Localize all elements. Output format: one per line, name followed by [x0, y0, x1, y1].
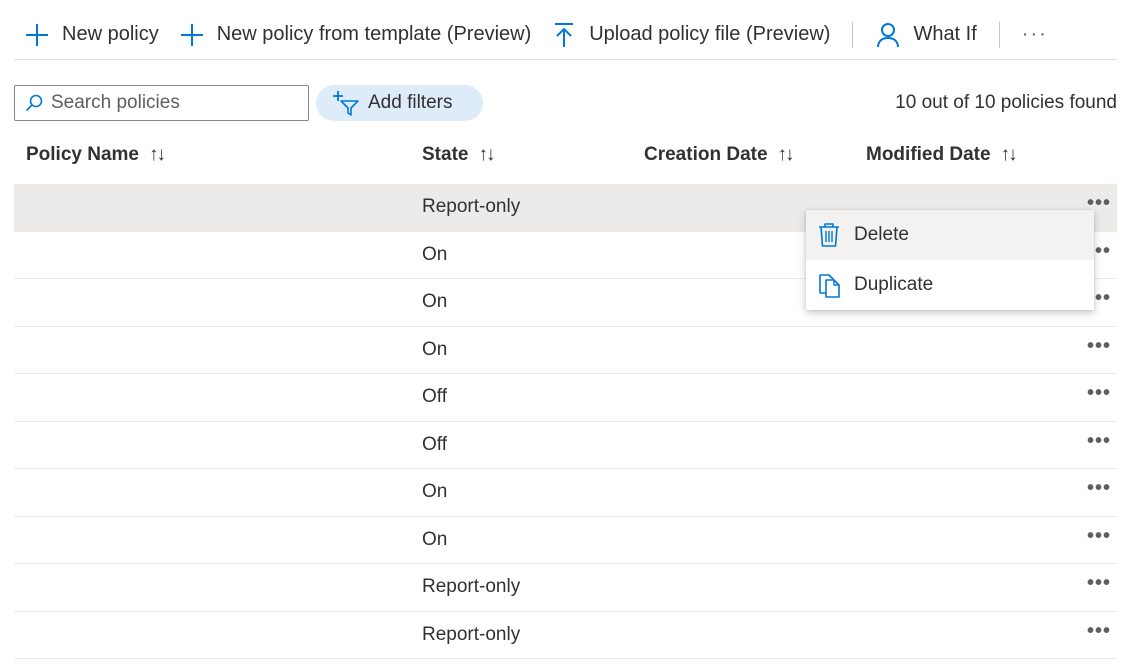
state-cell: Report-only [422, 623, 521, 645]
sort-icon: ↑↓ [149, 144, 166, 165]
state-cell: On [422, 291, 448, 312]
table-row[interactable]: On ••• [14, 517, 1117, 564]
column-header-modified-date[interactable]: Modified Date ↑↓ [866, 144, 1018, 166]
delete-label: Delete [854, 224, 909, 245]
column-header-label: Modified Date [866, 144, 991, 165]
state-cell: On [422, 481, 448, 502]
column-header-label: Creation Date [644, 144, 768, 165]
row-more-actions-button[interactable]: ••• [1087, 572, 1111, 595]
add-filters-label: Add filters [368, 92, 453, 113]
new-policy-label: New policy [62, 23, 159, 45]
state-cell: On [422, 338, 448, 360]
row-more-actions-button[interactable]: ••• [1087, 382, 1111, 405]
new-policy-from-template-label: New policy from template (Preview) [216, 23, 532, 45]
state-cell: Report-only [422, 196, 521, 217]
duplicate-label: Duplicate [854, 274, 934, 295]
search-icon [25, 94, 43, 112]
search-box[interactable] [14, 85, 309, 121]
upload-policy-file-label: Upload policy file (Preview) [589, 23, 831, 45]
sort-icon: ↑↓ [478, 144, 495, 165]
row-more-actions-button[interactable]: ••• [1087, 525, 1111, 548]
state-cell: Report-only [422, 576, 521, 597]
row-more-actions-button[interactable]: ••• [1087, 335, 1111, 358]
table-row[interactable]: On ••• [14, 327, 1117, 374]
command-bar: New policy New policy from template (Pre… [14, 10, 1117, 60]
toolbar-divider [998, 21, 1000, 48]
add-filter-icon [332, 90, 360, 116]
upload-icon [551, 22, 577, 48]
copy-icon [818, 272, 842, 298]
row-context-menu: Delete Duplicate [806, 210, 1094, 310]
column-header-state[interactable]: State ↑↓ [422, 144, 495, 166]
state-cell: Off [422, 386, 447, 407]
sort-icon: ↑↓ [1000, 144, 1018, 165]
new-policy-button[interactable]: New policy [14, 11, 169, 59]
sort-icon: ↑↓ [777, 144, 795, 165]
new-policy-from-template-button[interactable]: New policy from template (Preview) [169, 11, 542, 59]
table-row[interactable]: Report-only ••• [14, 564, 1117, 612]
duplicate-menu-item[interactable]: Duplicate [806, 260, 1094, 310]
table-header: Policy Name ↑↓ State ↑↓ Creation Date ↑↓… [14, 132, 1117, 182]
plus-icon [179, 22, 205, 48]
state-cell: On [422, 243, 448, 265]
add-filters-button[interactable]: Add filters [316, 85, 483, 121]
column-header-creation-date[interactable]: Creation Date ↑↓ [644, 144, 795, 166]
search-input[interactable] [51, 92, 291, 114]
plus-icon [24, 22, 50, 48]
row-more-actions-button[interactable]: ••• [1087, 430, 1111, 453]
column-header-label: Policy Name [26, 144, 139, 165]
what-if-label: What If [913, 23, 977, 45]
state-cell: On [422, 528, 448, 550]
person-icon [875, 22, 901, 48]
row-more-actions-button[interactable]: ••• [1087, 620, 1111, 643]
row-more-actions-button[interactable]: ••• [1087, 477, 1111, 500]
table-row[interactable]: Off ••• [14, 374, 1117, 422]
more-commands-button[interactable]: ··· [1012, 23, 1058, 46]
upload-policy-file-button[interactable]: Upload policy file (Preview) [541, 11, 840, 59]
what-if-button[interactable]: What If [865, 11, 986, 59]
table-row[interactable]: Report-only ••• [14, 612, 1117, 659]
column-header-policy-name[interactable]: Policy Name ↑↓ [26, 144, 166, 166]
delete-menu-item[interactable]: Delete [806, 210, 1094, 260]
result-count: 10 out of 10 policies found [895, 92, 1117, 113]
state-cell: Off [422, 433, 447, 455]
table-row[interactable]: On ••• [14, 469, 1117, 517]
column-header-label: State [422, 144, 469, 165]
trash-icon [818, 222, 842, 248]
toolbar-divider [852, 21, 854, 48]
table-row[interactable]: Off ••• [14, 422, 1117, 469]
